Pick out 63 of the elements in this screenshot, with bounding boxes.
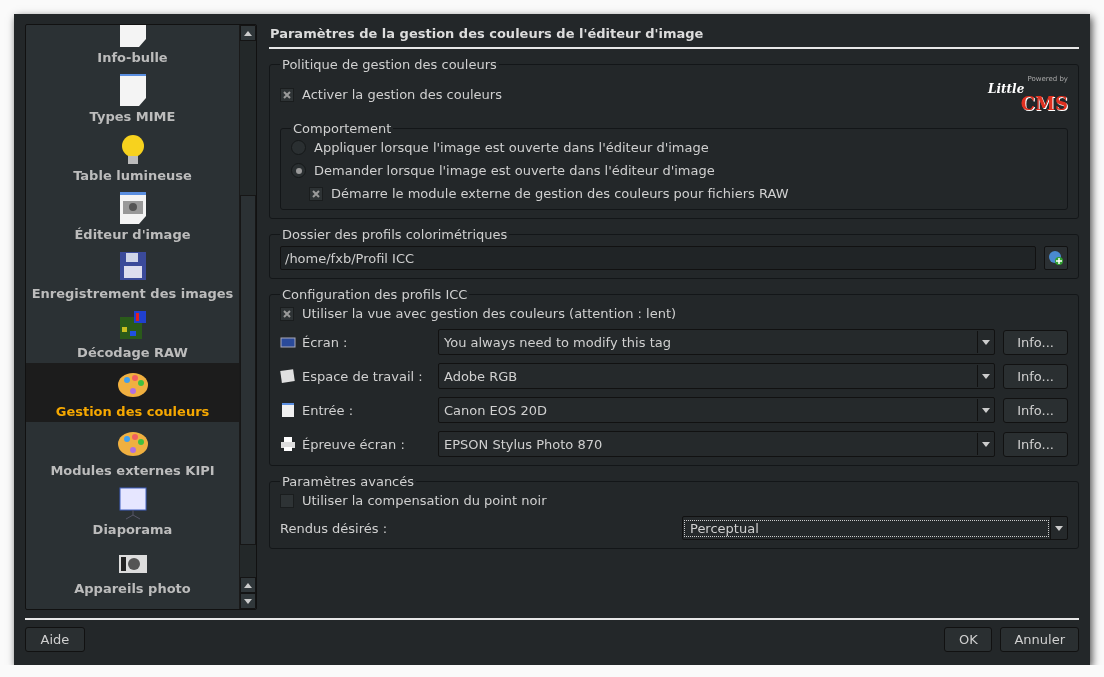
checkbox[interactable] bbox=[280, 306, 294, 321]
sidebar-item[interactable]: Types MIME bbox=[26, 68, 239, 127]
down-arrow-icon bbox=[244, 598, 252, 604]
field-label: Rendus désirés : bbox=[280, 520, 389, 536]
group-title: Configuration des profils ICC bbox=[281, 287, 469, 302]
radio-label: Appliquer lorsque l'image est ouverte dans l'éditeur d'image bbox=[314, 140, 709, 155]
field-label: Épreuve écran : bbox=[302, 436, 405, 452]
sidebar-item[interactable]: Éditeur d'image bbox=[26, 186, 239, 245]
sidebar-item[interactable]: Modules externes KIPI bbox=[26, 422, 239, 481]
sidebar-item[interactable]: Enregistrement des images bbox=[26, 245, 239, 304]
scroll-up-button[interactable] bbox=[240, 25, 256, 41]
profile-dropdown[interactable]: You always need to modify this tag bbox=[438, 329, 996, 355]
field-label: Écran : bbox=[302, 334, 348, 350]
group-title: Paramètres avancés bbox=[281, 474, 416, 489]
info-button[interactable]: Info... bbox=[1003, 363, 1068, 389]
down-arrow-icon bbox=[982, 441, 991, 447]
monitor-icon bbox=[280, 334, 296, 350]
scroll-down-button[interactable] bbox=[240, 593, 256, 609]
sidebar-item[interactable]: Table lumineuse bbox=[26, 127, 239, 186]
group-title: Politique de gestion des couleurs bbox=[281, 57, 498, 72]
up-arrow-icon bbox=[244, 582, 252, 588]
folder-add-icon bbox=[1048, 250, 1064, 266]
down-arrow-icon bbox=[982, 339, 991, 345]
checkbox[interactable] bbox=[280, 87, 294, 102]
sidebar-item[interactable]: Décodage RAW bbox=[26, 304, 239, 363]
profile-dropdown[interactable]: Adobe RGB bbox=[438, 363, 996, 389]
down-arrow-icon bbox=[982, 373, 991, 379]
up-arrow-icon bbox=[244, 30, 252, 36]
field-label: Entrée : bbox=[302, 402, 354, 418]
sidebar-item[interactable]: Diaporama bbox=[26, 481, 239, 540]
sidebar-item[interactable]: Gestion des couleurs bbox=[26, 363, 239, 422]
info-button[interactable]: Info... bbox=[1003, 431, 1068, 457]
path-field[interactable]: /home/fxb/Profil ICC bbox=[280, 246, 1036, 270]
radio-label: Demander lorsque l'image est ouverte dans l'éditeur d'image bbox=[314, 163, 715, 178]
sidebar-item[interactable]: Appareils photo bbox=[26, 540, 239, 599]
profile-dropdown[interactable]: EPSON Stylus Photo 870 bbox=[438, 431, 996, 457]
help-button[interactable]: Aide bbox=[25, 627, 85, 652]
scrollbar-thumb[interactable] bbox=[240, 195, 256, 545]
sidebar-item[interactable]: Info-bulle bbox=[26, 25, 239, 68]
ok-button[interactable]: OK bbox=[944, 627, 993, 652]
group-title: Dossier des profils colorimétriques bbox=[281, 227, 509, 242]
profile-dropdown[interactable]: Canon EOS 20D bbox=[438, 397, 996, 423]
checkbox-label: Activer la gestion des couleurs bbox=[302, 87, 502, 102]
printer-icon bbox=[280, 436, 296, 452]
scrollbar[interactable] bbox=[239, 25, 256, 609]
radio-button[interactable] bbox=[291, 163, 306, 178]
scroll-up-button[interactable] bbox=[240, 577, 256, 593]
page-title: Paramètres de la gestion des couleurs de l'éditeur d'image bbox=[269, 24, 1079, 49]
cancel-button[interactable]: Annuler bbox=[1000, 627, 1079, 652]
checkbox[interactable] bbox=[309, 186, 323, 201]
down-arrow-icon bbox=[1055, 525, 1063, 531]
checkbox-label: Démarre le module externe de gestion des couleurs pour fichiers RAW bbox=[331, 186, 789, 201]
picture-icon bbox=[280, 368, 296, 384]
info-button[interactable]: Info... bbox=[1003, 397, 1068, 423]
intent-dropdown[interactable]: Perceptual bbox=[682, 516, 1068, 540]
info-button[interactable]: Info... bbox=[1003, 329, 1068, 355]
page-icon bbox=[280, 402, 296, 418]
field-label: Espace de travail : bbox=[302, 368, 423, 384]
checkbox-label: Utiliser la compensation du point noir bbox=[302, 493, 547, 508]
add-folder-button[interactable] bbox=[1044, 246, 1068, 270]
down-arrow-icon bbox=[982, 407, 991, 413]
checkbox-label: Utiliser la vue avec gestion des couleurs (attention : lent) bbox=[302, 306, 677, 321]
group-title: Comportement bbox=[292, 121, 393, 136]
